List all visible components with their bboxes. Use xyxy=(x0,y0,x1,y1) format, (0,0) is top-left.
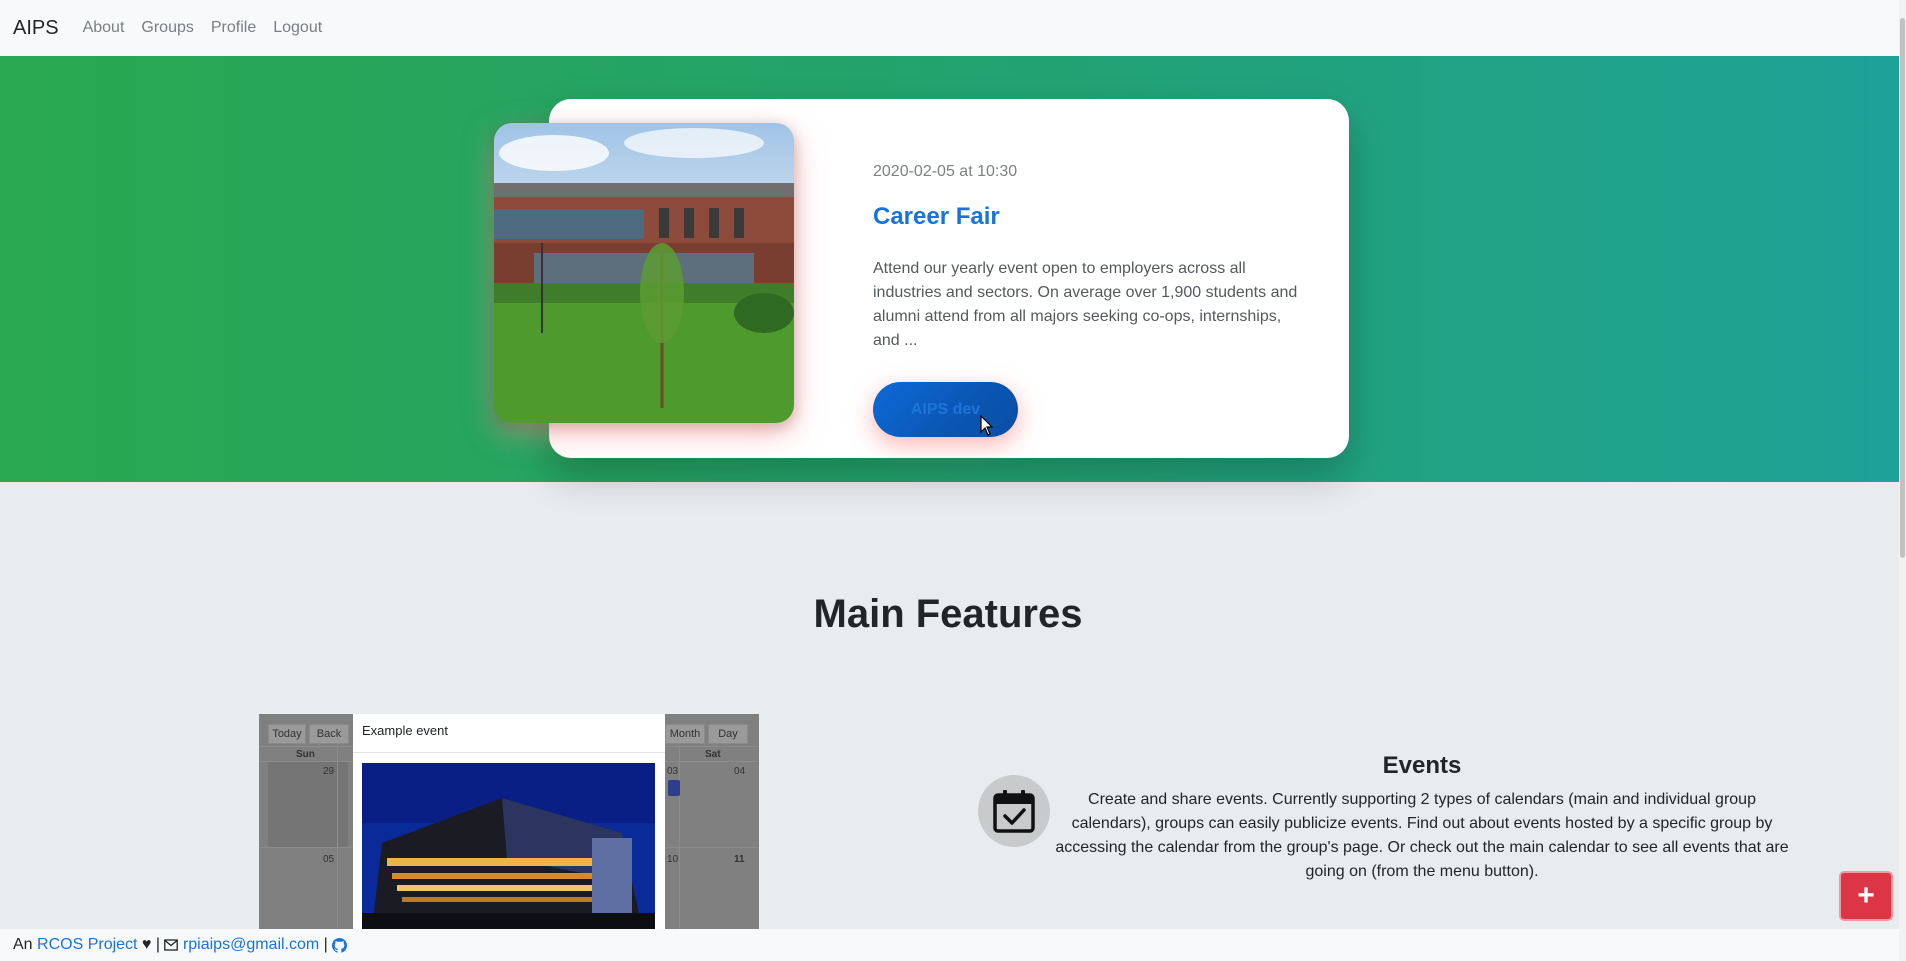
cal-day-button: Day xyxy=(708,724,748,744)
event-modal: Example event xyxy=(353,714,665,929)
cal-prev-month-cell xyxy=(268,762,348,847)
cal-event-chip xyxy=(668,780,680,796)
mail-icon xyxy=(164,939,179,951)
cal-today-button: Today xyxy=(268,724,306,744)
nav-link-about[interactable]: About xyxy=(83,19,125,37)
group-button[interactable]: AIPS dev xyxy=(873,382,1018,437)
navbar: AIPS About Groups Profile Logout xyxy=(0,0,1906,56)
brand-logo[interactable]: AIPS xyxy=(13,17,59,40)
cal-day-05: 05 xyxy=(323,854,335,865)
cal-day-04: 04 xyxy=(734,766,746,777)
mouse-cursor-icon xyxy=(980,415,994,436)
event-date: 2020-02-05 at 10:30 xyxy=(873,163,1018,180)
event-modal-title: Example event xyxy=(362,723,448,738)
rcos-project-link[interactable]: RCOS Project xyxy=(37,936,137,954)
calendar-check-icon xyxy=(978,775,1050,847)
event-image xyxy=(494,123,794,423)
cal-day-29: 29 xyxy=(323,766,335,777)
github-icon[interactable] xyxy=(332,937,348,953)
event-modal-image xyxy=(362,763,655,929)
nav-link-groups[interactable]: Groups xyxy=(141,19,193,37)
nav-link-profile[interactable]: Profile xyxy=(211,19,256,37)
nav-link-logout[interactable]: Logout xyxy=(273,19,322,37)
events-feature-title: Events xyxy=(1382,752,1462,779)
cal-header-sat: Sat xyxy=(705,749,721,760)
footer: An RCOS Project ♥ | rpiaips@gmail.com | xyxy=(0,929,1906,961)
cal-day-03: 03 xyxy=(667,766,679,777)
event-title[interactable]: Career Fair xyxy=(873,203,1000,231)
event-description: Attend our yearly event open to employer… xyxy=(873,260,1298,349)
main-features-heading: Main Features xyxy=(813,592,1083,636)
add-button[interactable]: + xyxy=(1839,871,1893,921)
scrollbar-thumb[interactable] xyxy=(1900,18,1905,558)
plus-icon: + xyxy=(1857,879,1875,912)
footer-prefix: An xyxy=(13,936,38,953)
cal-header-sun: Sun xyxy=(296,749,315,760)
footer-separator: | xyxy=(319,936,333,953)
cal-day-10: 10 xyxy=(667,854,679,865)
footer-heart-separator: ♥ | xyxy=(137,936,165,953)
events-feature-description: Create and share events. Currently suppo… xyxy=(1055,791,1789,880)
email-link[interactable]: rpiaips@gmail.com xyxy=(183,936,319,954)
cal-back-button: Back xyxy=(309,724,349,744)
cal-day-11: 11 xyxy=(734,854,745,865)
cal-month-button: Month xyxy=(665,724,705,744)
calendar-preview-image: Today Back Month Day Sun Sat 29 05 03 04… xyxy=(259,714,759,929)
